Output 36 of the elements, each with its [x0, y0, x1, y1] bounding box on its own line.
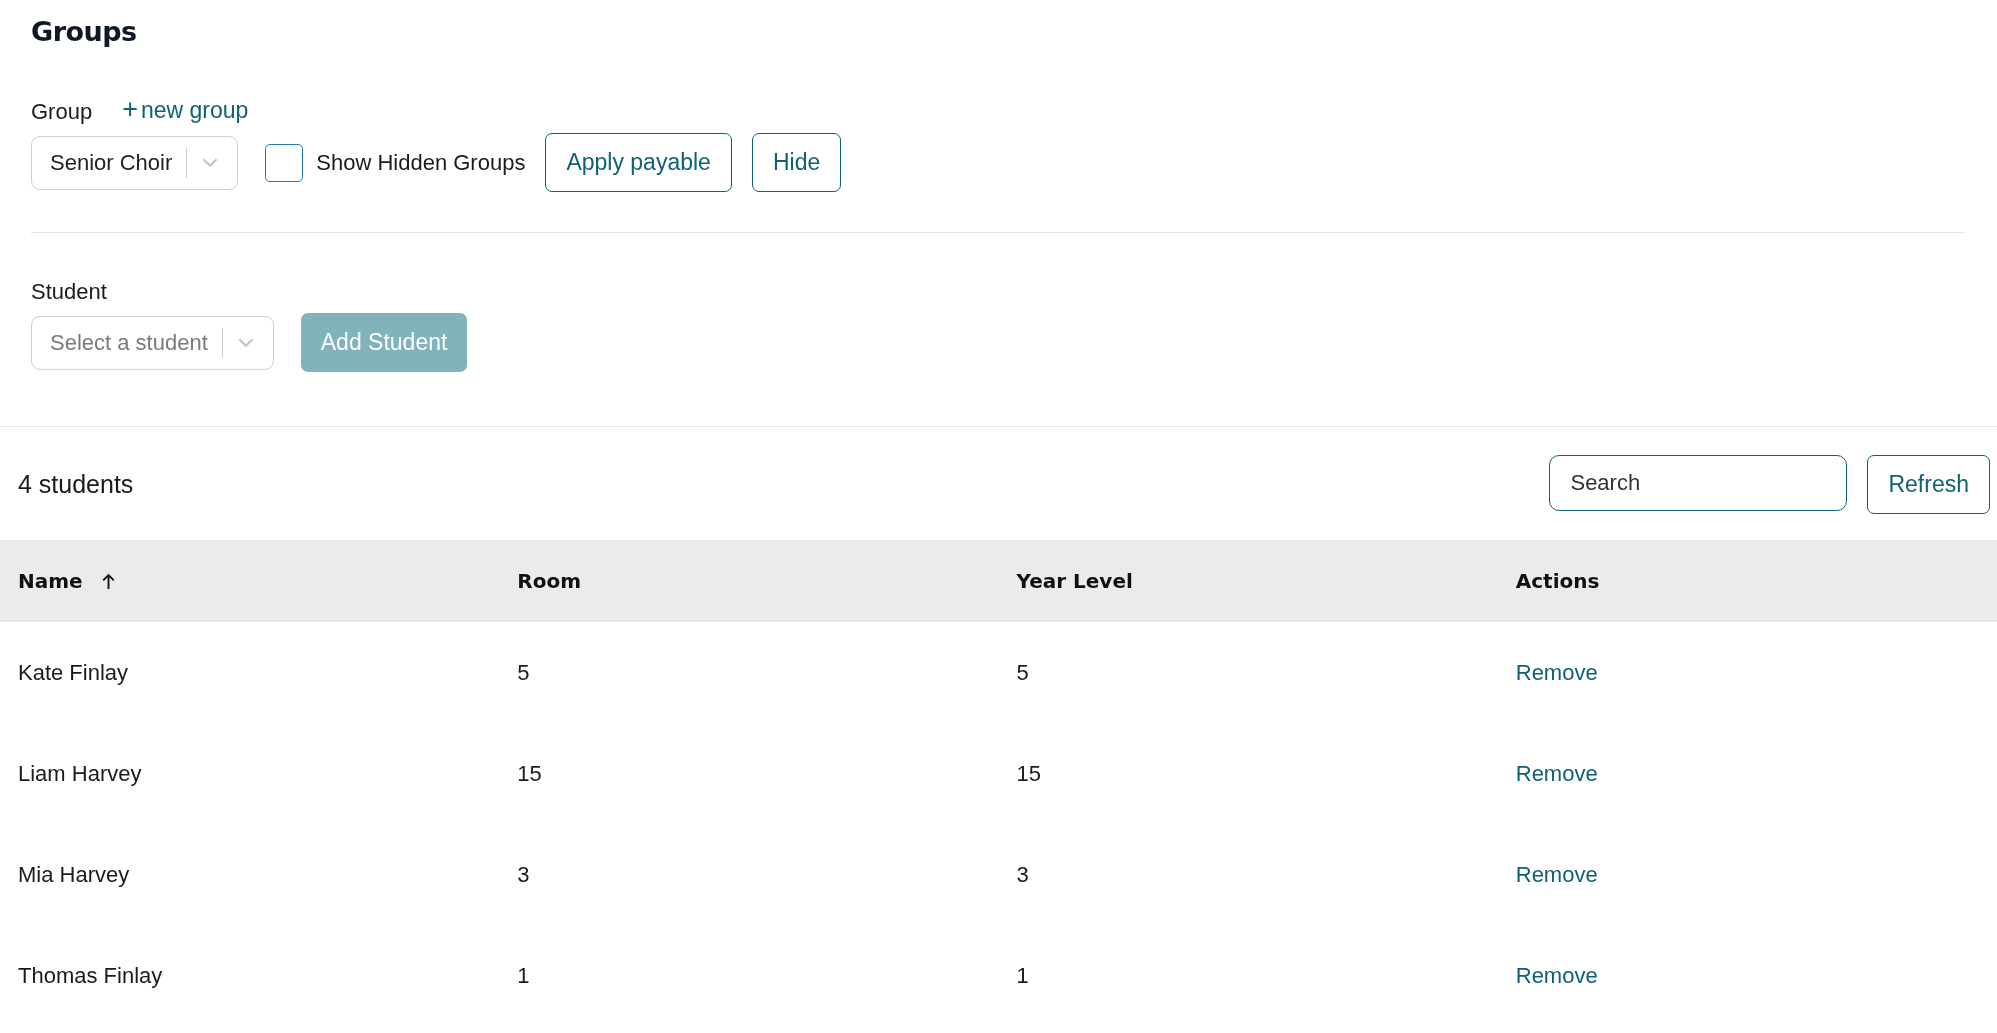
column-header[interactable]: Year Level	[1016, 569, 1133, 593]
table-cell: 1	[1016, 962, 1029, 988]
table-cell: 3	[517, 861, 530, 887]
column-header[interactable]: Actions	[1515, 569, 1600, 593]
search-field[interactable]: Search	[1549, 455, 1848, 511]
refresh-button[interactable]: Refresh	[1867, 455, 1990, 514]
student-label: Student	[31, 279, 107, 305]
outline-button[interactable]: Hide	[751, 133, 842, 192]
sort-arrow-icon[interactable]	[100, 572, 116, 590]
student-count: 4 students	[18, 470, 134, 499]
remove-link[interactable]: Remove	[1515, 760, 1598, 786]
chevron-down-icon	[201, 157, 220, 168]
checkbox-label: Show Hidden Groups	[316, 149, 526, 176]
table-cell: 1	[517, 962, 530, 988]
group-label: Group	[31, 99, 93, 125]
new-group-link[interactable]: +new group	[122, 94, 249, 125]
group-select[interactable]: Senior Choir	[31, 135, 239, 190]
table-cell: Liam Harvey	[18, 760, 142, 786]
table-cell: 3	[1016, 861, 1029, 887]
remove-link[interactable]: Remove	[1515, 962, 1598, 988]
remove-link[interactable]: Remove	[1515, 861, 1598, 887]
checkbox[interactable]	[265, 143, 304, 182]
table-cell: Mia Harvey	[18, 861, 130, 887]
outline-button[interactable]: Apply payable	[545, 133, 732, 192]
table-cell: 15	[1016, 760, 1041, 786]
chevron-down-icon	[236, 337, 255, 348]
table-cell: 5	[1016, 659, 1029, 685]
column-header[interactable]: Name	[18, 569, 83, 593]
table-cell: Kate Finlay	[18, 659, 129, 685]
table-cell: 5	[517, 659, 530, 685]
page-title: Groups	[31, 15, 138, 47]
table-cell: Thomas Finlay	[18, 962, 163, 988]
student-select[interactable]: Select a student	[31, 315, 274, 370]
table-cell: 15	[517, 760, 542, 786]
remove-link[interactable]: Remove	[1515, 659, 1598, 685]
column-header[interactable]: Room	[517, 569, 581, 593]
